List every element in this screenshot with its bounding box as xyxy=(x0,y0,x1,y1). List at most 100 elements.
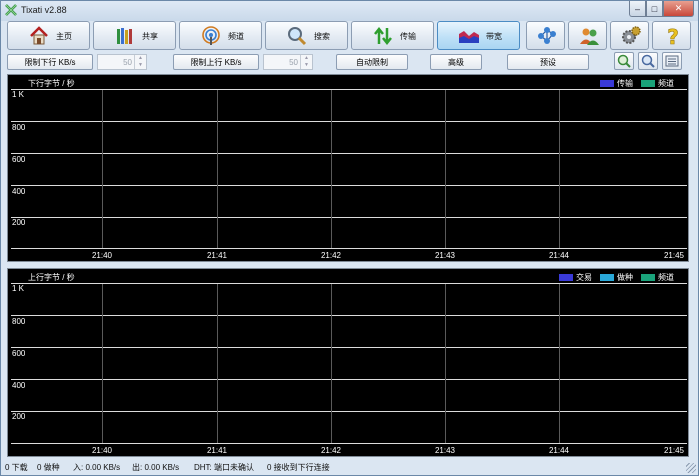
channels-button[interactable]: 频道 xyxy=(179,21,262,50)
minimize-button[interactable]: – xyxy=(629,1,646,17)
peers-network-button[interactable] xyxy=(526,21,565,50)
spin-down-icon[interactable]: ▼ xyxy=(301,62,312,69)
graph-legend: 交易 做种 频道 xyxy=(559,272,674,283)
home-icon xyxy=(30,26,48,45)
zoom-out-icon xyxy=(641,54,655,68)
close-button[interactable]: ✕ xyxy=(663,1,694,17)
title-bar[interactable]: Tixati v2.88 – □ ✕ xyxy=(1,1,698,19)
grid-line xyxy=(11,379,687,380)
app-window: Tixati v2.88 – □ ✕ 主页 共享 频道 搜索 传输 带宽 ? 限… xyxy=(0,0,699,476)
broadcast-antenna-icon xyxy=(202,26,220,45)
x-tick-label: 21:44 xyxy=(548,446,570,455)
legend-label: 频道 xyxy=(658,79,674,88)
legend-item-trading: 交易 xyxy=(559,272,592,283)
window-title: Tixati v2.88 xyxy=(21,5,67,15)
grid-line xyxy=(559,284,560,443)
grid-line xyxy=(331,284,332,443)
maximize-button[interactable]: □ xyxy=(646,1,663,17)
help-button[interactable]: ? xyxy=(652,21,691,50)
books-icon xyxy=(117,28,132,44)
magnifier-icon xyxy=(288,27,307,46)
legend-item-channels: 频道 xyxy=(641,78,674,89)
status-bar: 0 下载 0 做种 入: 0.00 KB/s 出: 0.00 KB/s DHT:… xyxy=(1,459,698,475)
channels-label: 频道 xyxy=(228,32,244,41)
status-incoming: 0 接收到下行连接 xyxy=(267,463,330,472)
y-tick-label: 800 xyxy=(12,123,26,132)
legend-label: 交易 xyxy=(576,273,592,282)
x-tick-label: 21:43 xyxy=(434,251,456,260)
graph-title: 上行字节 / 秒 xyxy=(28,273,75,282)
users-button[interactable] xyxy=(568,21,607,50)
legend-item-transfers: 传输 xyxy=(600,78,633,89)
grid-line xyxy=(217,90,218,248)
x-tick-label: 21:43 xyxy=(434,446,456,455)
x-tick-label: 21:45 xyxy=(663,251,685,260)
list-icon xyxy=(665,55,679,67)
upload-bandwidth-graph: 上行字节 / 秒 交易 做种 频道 1 K 800 600 400 200 21… xyxy=(7,268,689,457)
y-tick-label: 200 xyxy=(12,218,26,227)
graph-options-button[interactable] xyxy=(662,52,682,70)
home-button[interactable]: 主页 xyxy=(7,21,90,50)
upload-limit-spinner[interactable]: 50 ▲ ▼ xyxy=(263,54,313,70)
spin-up-icon[interactable]: ▲ xyxy=(301,55,312,62)
legend-label: 传输 xyxy=(617,79,633,88)
graph-legend: 传输 频道 xyxy=(600,78,674,89)
grid-line xyxy=(11,347,687,348)
zoom-in-icon xyxy=(617,54,631,68)
x-tick-label: 21:42 xyxy=(320,251,342,260)
status-downloads: 0 下载 xyxy=(5,463,28,472)
upload-limit-value: 50 xyxy=(289,58,298,67)
advanced-button[interactable]: 高级 xyxy=(430,54,482,70)
grid-line xyxy=(11,411,687,412)
status-seeds: 0 做种 xyxy=(37,463,60,472)
y-tick-label: 1 K xyxy=(12,90,25,99)
graph-title: 下行字节 / 秒 xyxy=(28,79,75,88)
y-tick-label: 600 xyxy=(12,155,26,164)
limit-download-button[interactable]: 限制下行 KB/s xyxy=(7,54,93,70)
legend-swatch xyxy=(641,80,655,87)
download-limit-spinner[interactable]: 50 ▲ ▼ xyxy=(97,54,147,70)
search-label: 搜索 xyxy=(314,32,330,41)
bandwidth-button[interactable]: 带宽 xyxy=(437,21,520,50)
up-down-arrows-icon xyxy=(374,26,392,46)
gears-icon xyxy=(622,26,641,44)
legend-label: 做种 xyxy=(617,273,633,282)
bandwidth-graph-icon xyxy=(459,31,479,43)
limit-upload-button[interactable]: 限制上行 KB/s xyxy=(173,54,259,70)
download-limit-value: 50 xyxy=(123,58,132,67)
share-button[interactable]: 共享 xyxy=(93,21,176,50)
grid-line xyxy=(445,90,446,248)
legend-swatch xyxy=(600,274,614,281)
settings-button[interactable] xyxy=(610,21,649,50)
status-dht[interactable]: DHT: 端口未确认 xyxy=(194,462,254,473)
resize-grip[interactable] xyxy=(686,463,696,473)
grid-line xyxy=(11,443,687,444)
y-tick-label: 800 xyxy=(12,317,26,326)
search-button[interactable]: 搜索 xyxy=(265,21,348,50)
transfers-button[interactable]: 传输 xyxy=(351,21,434,50)
grid-line xyxy=(102,90,103,248)
zoom-out-button[interactable] xyxy=(638,52,658,70)
status-in-rate: 入: 0.00 KB/s xyxy=(73,463,121,472)
question-mark-icon: ? xyxy=(667,25,679,47)
svg-text:?: ? xyxy=(667,25,679,47)
legend-item-channels: 频道 xyxy=(641,272,674,283)
grid-line xyxy=(217,284,218,443)
legend-label: 频道 xyxy=(658,273,674,282)
x-tick-label: 21:42 xyxy=(320,446,342,455)
presets-button[interactable]: 预设 xyxy=(507,54,589,70)
legend-swatch xyxy=(641,274,655,281)
spin-up-icon[interactable]: ▲ xyxy=(135,55,146,62)
status-out-rate: 出: 0.00 KB/s xyxy=(132,463,180,472)
bandwidth-label: 带宽 xyxy=(486,32,502,41)
zoom-in-button[interactable] xyxy=(614,52,634,70)
home-label: 主页 xyxy=(56,32,72,41)
grid-line xyxy=(102,284,103,443)
spin-down-icon[interactable]: ▼ xyxy=(135,62,146,69)
grid-line xyxy=(445,284,446,443)
legend-item-seeding: 做种 xyxy=(600,272,633,283)
x-tick-label: 21:41 xyxy=(206,446,228,455)
download-bandwidth-graph: 下行字节 / 秒 传输 频道 1 K 800 600 400 200 21:40… xyxy=(7,74,689,262)
transfers-label: 传输 xyxy=(400,32,416,41)
auto-limit-button[interactable]: 自动限制 xyxy=(336,54,408,70)
